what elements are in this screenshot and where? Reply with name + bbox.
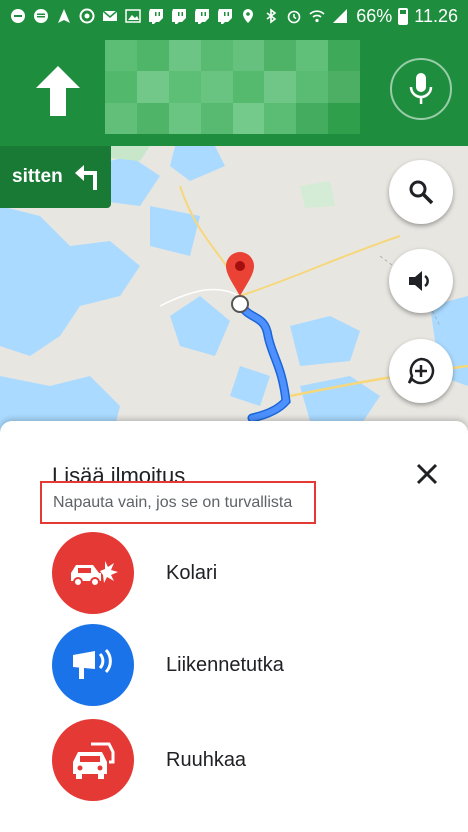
clock: 11.26 (414, 5, 458, 26)
report-label-crash: Kolari (166, 561, 218, 584)
image-icon (125, 9, 141, 23)
bluetooth-icon (266, 8, 277, 24)
report-item-speed-camera[interactable]: Liikennetutka (0, 622, 468, 708)
alarm-icon (287, 10, 301, 24)
status-bar: 66% 11.26 (0, 0, 468, 32)
turn-left-icon (74, 165, 97, 190)
voice-input-button[interactable] (390, 58, 452, 120)
status-right: 66% 11.26 (356, 6, 458, 27)
report-label-speed-camera: Liikennetutka (166, 653, 284, 676)
close-icon (416, 463, 438, 485)
location-icon (243, 9, 253, 23)
speed-camera-icon[interactable] (52, 624, 134, 706)
signal-icon (333, 9, 347, 23)
twitch-icon (172, 9, 186, 24)
search-button[interactable] (389, 160, 453, 224)
then-label: sitten (12, 166, 63, 187)
twitch-icon (218, 9, 232, 24)
headset-icon (79, 8, 95, 24)
twitch-icon (195, 9, 209, 24)
straight-arrow-icon (36, 66, 80, 116)
sound-button[interactable] (389, 249, 453, 313)
report-item-traffic-jam[interactable]: Ruuhkaa (0, 717, 468, 803)
minus-circle-icon (11, 9, 25, 23)
microphone-icon (409, 73, 433, 104)
navigation-icon (58, 9, 70, 23)
report-item-crash[interactable]: Kolari (0, 530, 468, 616)
search-icon (409, 180, 434, 205)
report-label-traffic-jam: Ruuhkaa (166, 748, 247, 771)
notification-icons (10, 8, 348, 24)
add-report-icon (407, 357, 435, 385)
crash-icon[interactable] (52, 532, 134, 614)
highlight-annotation (40, 481, 316, 524)
wifi-icon (309, 10, 325, 23)
traffic-jam-icon[interactable] (52, 719, 134, 801)
mail-icon (102, 10, 118, 21)
street-name-blurred (105, 40, 360, 134)
email-icon (34, 9, 48, 23)
battery-percent: 66% (356, 5, 393, 26)
next-maneuver-chip: sitten (0, 146, 111, 208)
report-bottom-sheet: Lisää ilmoitus Napauta vain, jos se on t… (0, 421, 468, 832)
add-report-button[interactable] (389, 339, 453, 403)
volume-icon (409, 271, 429, 291)
battery-icon (398, 7, 409, 25)
close-button[interactable] (410, 457, 444, 491)
twitch-icon (149, 9, 163, 24)
navigation-header (0, 32, 468, 146)
